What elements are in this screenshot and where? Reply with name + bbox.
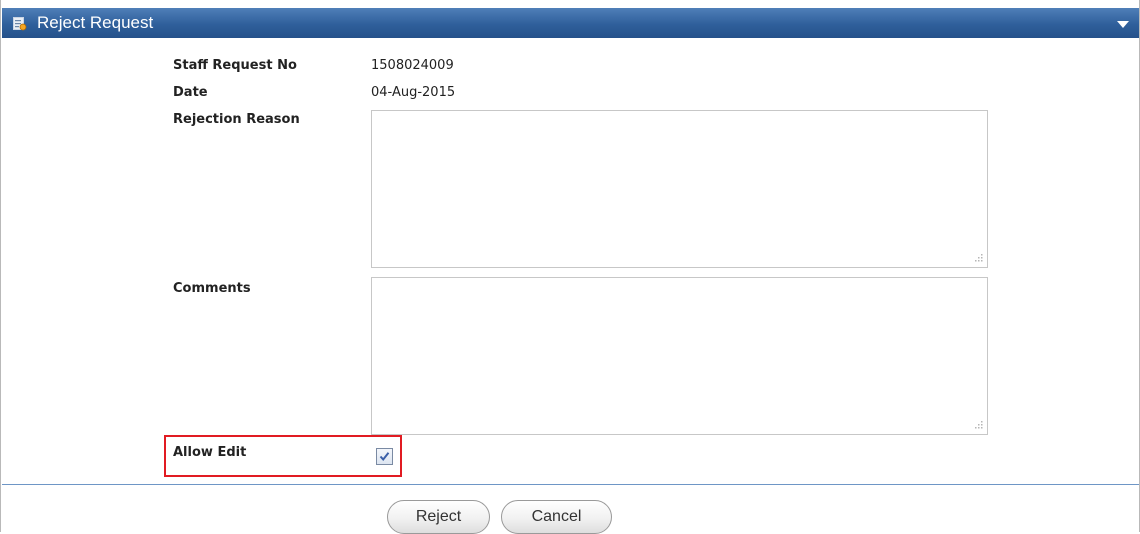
footer-divider [2,484,1139,485]
staff-request-no-value: 1508024009 [371,58,454,73]
date-label: Date [173,85,208,100]
panel-title: Reject Request [37,13,154,32]
reject-request-panel: Reject Request Staff Request No 15080240… [0,0,1140,534]
rejection-reason-field[interactable] [371,110,988,268]
comments-label: Comments [173,281,251,296]
allow-edit-checkbox[interactable] [376,448,393,465]
chevron-down-icon[interactable] [1117,21,1129,28]
rejection-reason-label: Rejection Reason [173,112,300,127]
checkmark-icon [379,452,390,462]
cancel-button[interactable]: Cancel [501,500,612,534]
form-edit-icon [13,16,27,31]
reject-button[interactable]: Reject [387,500,490,534]
date-value: 04-Aug-2015 [371,85,456,100]
allow-edit-label: Allow Edit [173,445,247,460]
resize-grip-icon[interactable] [973,254,983,264]
resize-grip-icon[interactable] [973,421,983,431]
comments-field[interactable] [371,277,988,435]
staff-request-no-label: Staff Request No [173,58,297,73]
panel-titlebar: Reject Request [2,8,1139,38]
